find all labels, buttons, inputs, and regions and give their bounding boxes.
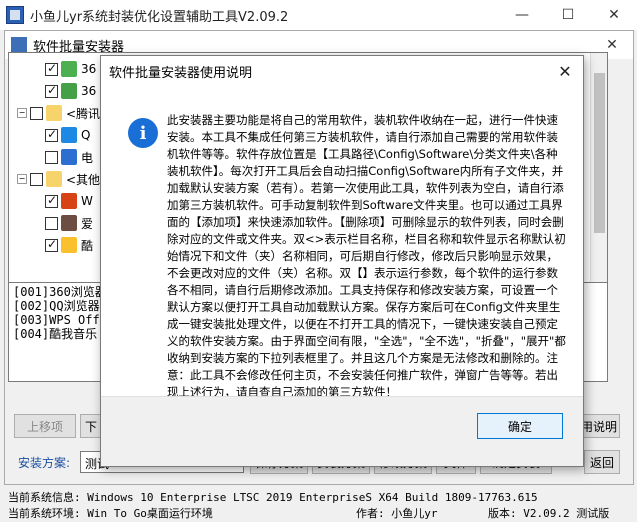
tree-item-label: Q (81, 128, 91, 142)
group-checkbox[interactable] (30, 106, 43, 120)
item-checkbox[interactable] (45, 127, 58, 142)
qq-browser-icon (61, 127, 77, 143)
tree-item-label: 36 (81, 62, 97, 76)
scrollbar-thumb[interactable] (594, 73, 605, 233)
system-environment: 当前系统环境: Win To Go桌面运行环境 (8, 507, 213, 520)
dialog-body: i 此安装器主要功能是将自己的常用软件，装机软件收纳在一起，进行一件快速安装。本… (101, 86, 583, 399)
wps-icon (61, 193, 77, 209)
item-checkbox[interactable] (45, 83, 58, 98)
tree-group-label: <腾讯 (66, 106, 101, 121)
main-window-title: 小鱼儿yr系统封装优化设置辅助工具V2.09.2 (30, 9, 289, 25)
main-title-bar: 小鱼儿yr系统封装优化设置辅助工具V2.09.2 — ☐ ✕ (0, 0, 637, 30)
move-up-button[interactable]: 上移项 (14, 414, 76, 438)
item-checkbox[interactable] (45, 150, 58, 164)
tree-item-label: W (81, 194, 93, 208)
tree-item[interactable]: Q (45, 125, 90, 145)
tree-item[interactable]: W (45, 191, 93, 211)
item-checkbox[interactable] (45, 216, 58, 230)
tree-group[interactable]: − <其他 (17, 169, 100, 189)
maximize-button[interactable]: ☐ (545, 0, 591, 30)
shield-blue-icon (61, 149, 77, 165)
item-checkbox[interactable] (45, 61, 58, 76)
folder-icon (46, 105, 62, 121)
tree-group[interactable]: − <腾讯 (17, 103, 100, 123)
system-info: 当前系统信息: Windows 10 Enterprise LTSC 2019 … (8, 491, 538, 504)
help-button[interactable]: 用说明 (578, 414, 620, 438)
back-button[interactable]: 返回 (584, 450, 620, 474)
group-checkbox[interactable] (30, 172, 43, 186)
move-down-button[interactable]: 下 (80, 414, 102, 438)
folder-icon (46, 171, 62, 187)
tree-item-label: 爱 (81, 216, 94, 231)
tree-item[interactable]: 36 (45, 81, 96, 101)
tree-item[interactable]: 爱 (45, 213, 93, 233)
360-green-icon (61, 83, 77, 99)
expand-toggle[interactable]: − (17, 108, 27, 118)
scheme-label: 安装方案: (18, 456, 71, 470)
dialog-title: 软件批量安装器使用说明 (101, 56, 583, 86)
tree-item[interactable]: 酷 (45, 235, 93, 255)
item-checkbox[interactable] (45, 237, 58, 252)
app-icon (6, 6, 24, 24)
close-button[interactable]: ✕ (591, 0, 637, 30)
dialog-footer: 确定 (101, 396, 583, 466)
info-icon: i (128, 118, 158, 148)
version-label: 版本: V2.09.2 测试版 (488, 507, 610, 520)
dialog-close-button[interactable]: ✕ (547, 56, 583, 86)
tree-item-label: 酷 (81, 238, 94, 253)
usage-dialog: 软件批量安装器使用说明 ✕ i 此安装器主要功能是将自己的常用软件，装机软件收纳… (100, 55, 584, 467)
tree-item-label: 电 (81, 150, 94, 165)
tree-item[interactable]: 电 (45, 147, 93, 167)
item-checkbox[interactable] (45, 193, 58, 208)
author-label: 作者: 小鱼儿yr (356, 507, 438, 520)
tree-scrollbar[interactable] (590, 53, 607, 291)
dialog-message: 此安装器主要功能是将自己的常用软件，装机软件收纳在一起，进行一件快速安装。本工具… (167, 113, 566, 399)
installer-icon (11, 37, 27, 53)
ai-icon (61, 215, 77, 231)
tree-item[interactable]: 36 (45, 59, 96, 79)
minimize-button[interactable]: — (499, 0, 545, 30)
360-green-icon (61, 61, 77, 77)
kugou-icon (61, 237, 77, 253)
tree-group-label: <其他 (66, 172, 101, 187)
expand-toggle[interactable]: − (17, 174, 27, 184)
tree-item-label: 36 (81, 84, 97, 98)
ok-button[interactable]: 确定 (477, 413, 563, 439)
